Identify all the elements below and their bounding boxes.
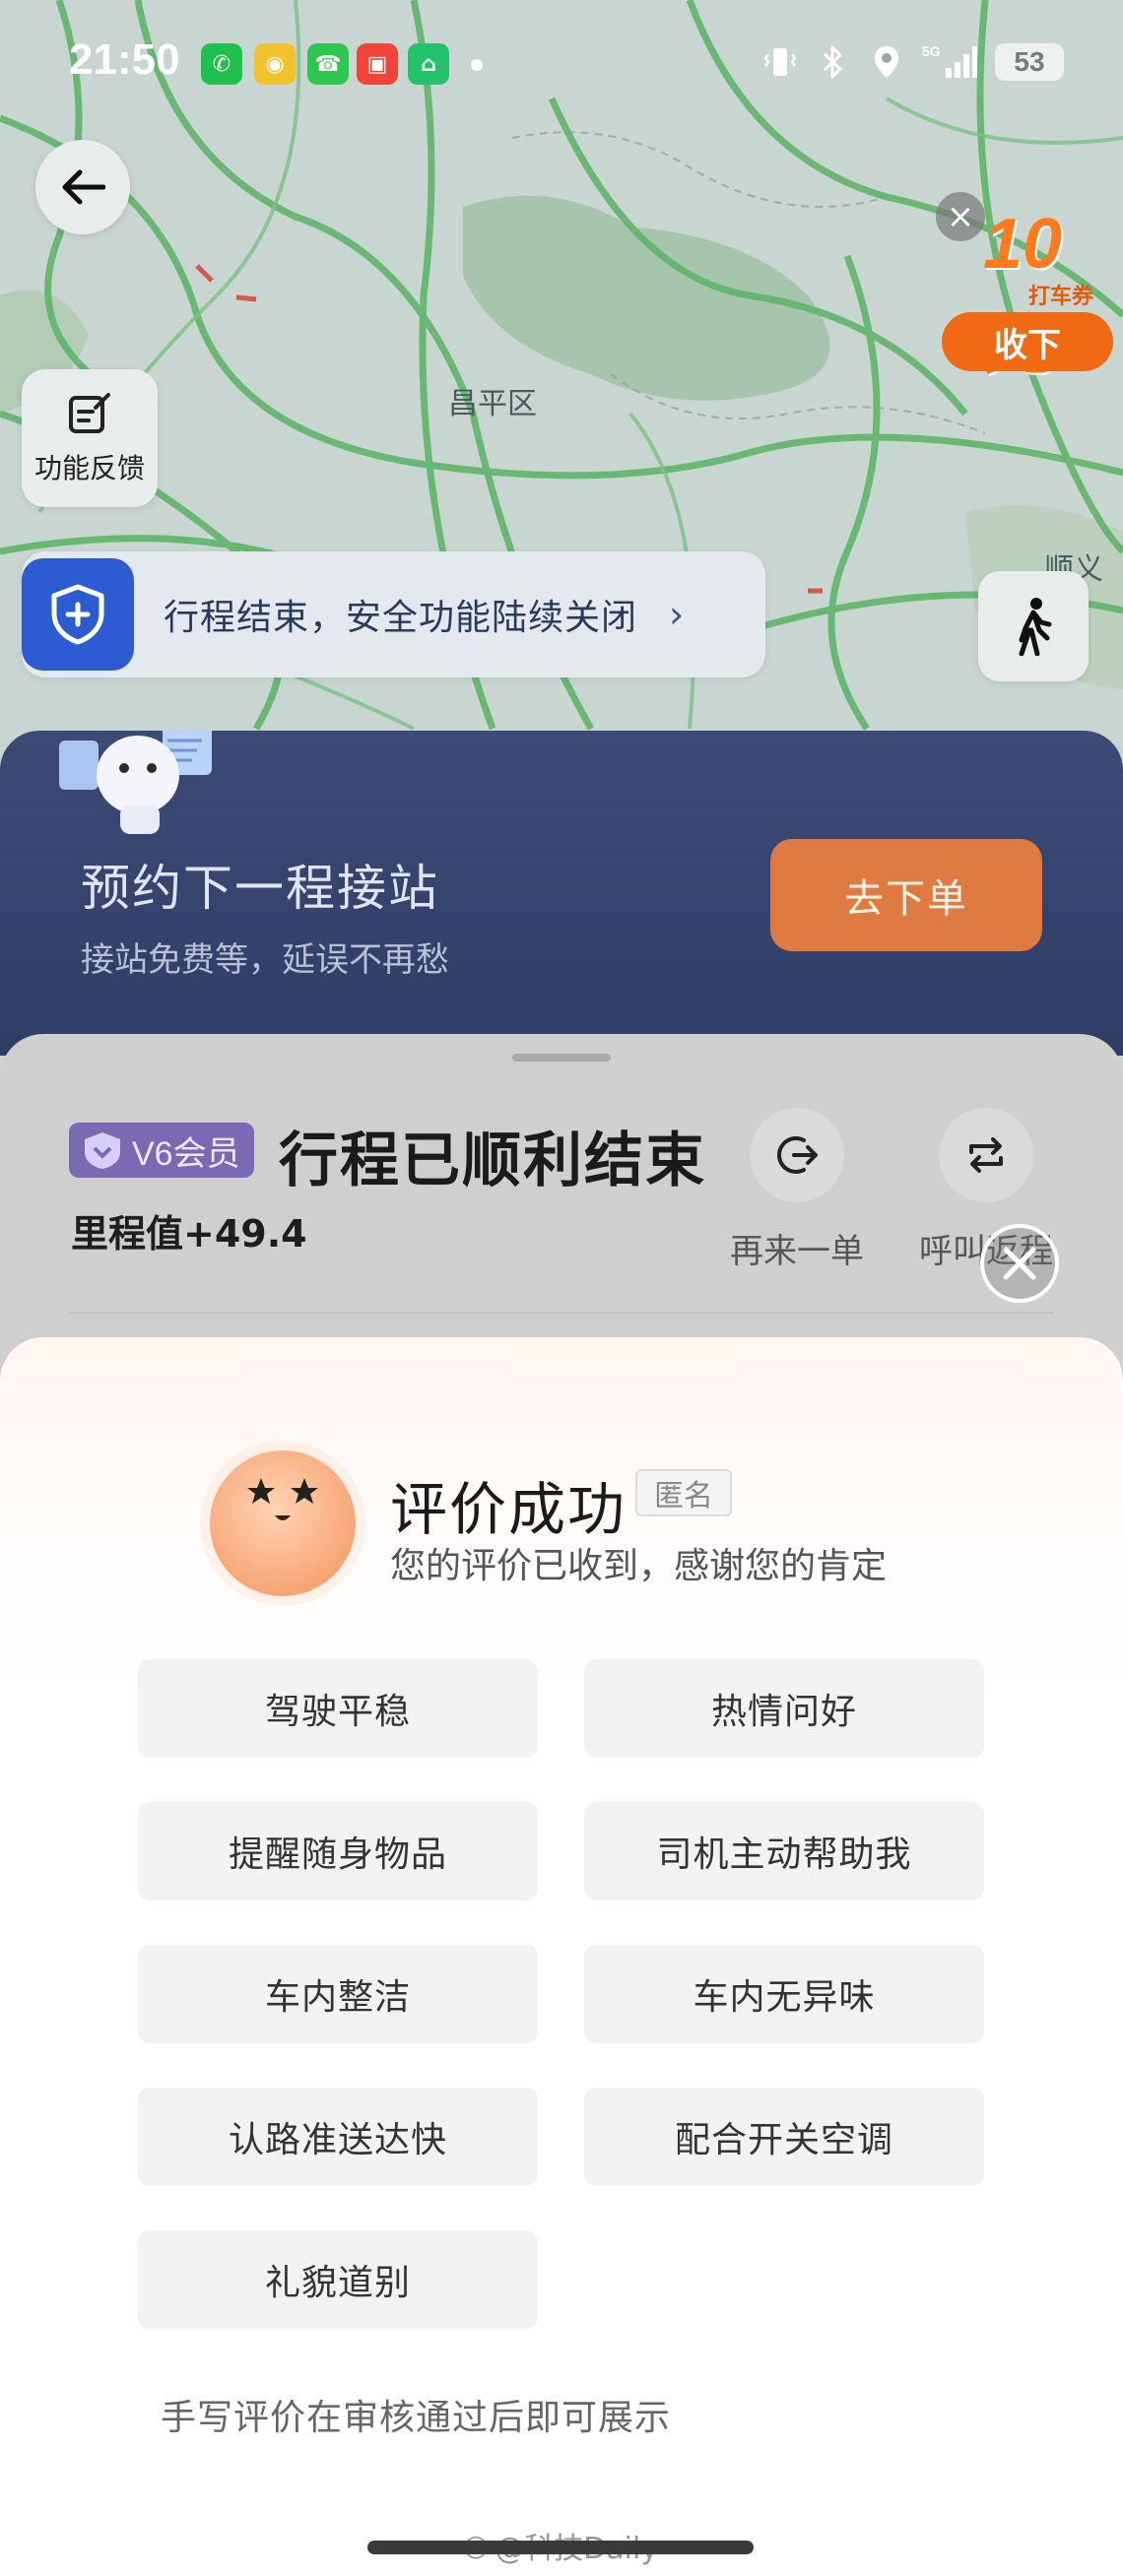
map-district-label: 昌平区 (448, 387, 537, 421)
coupon-collect-button[interactable]: 收下 (942, 312, 1113, 371)
vip-shield-icon (85, 1132, 120, 1169)
walking-navigation-button[interactable] (978, 571, 1089, 681)
edit-feedback-icon (69, 393, 110, 433)
close-icon (1003, 1247, 1036, 1280)
review-tag[interactable]: 礼貌道别 (138, 2230, 538, 2329)
weibo-icon: ◉ (254, 43, 296, 85)
chevron-right-icon: › (669, 593, 685, 636)
handwritten-review-note: 手写评价在审核通过后即可展示 (161, 2398, 672, 2438)
star-eyes-face-icon (247, 1478, 318, 1520)
status-icons: 5G 53 (762, 37, 1064, 87)
shield-icon (22, 558, 134, 671)
review-result-sheet: 评价成功 匿名 您的评价已收到，感谢您的肯定 驾驶平稳 热情问好 提醒随身物品 … (0, 1337, 1123, 2576)
review-success-title: 评价成功 (390, 1476, 628, 1543)
promo-title: 预约下一程接站 (81, 860, 439, 917)
feedback-button[interactable]: 功能反馈 (22, 369, 158, 507)
order-again-label: 再来一单 (730, 1232, 864, 1271)
order-again-icon (777, 1136, 818, 1174)
review-tag[interactable]: 配合开关空调 (584, 2088, 984, 2186)
coupon-widget[interactable]: × 10元 打车券 收下 (936, 192, 1113, 383)
battery-indicator: 53 (995, 43, 1064, 81)
taobao-icon: ▣ (357, 43, 398, 85)
feedback-label: 功能反馈 (33, 452, 145, 484)
trip-status-title: 行程已顺利结束 (279, 1127, 706, 1195)
drag-handle[interactable] (512, 1054, 611, 1062)
review-tag[interactable]: 热情问好 (584, 1659, 984, 1758)
order-again-button[interactable]: 再来一单 (723, 1108, 871, 1272)
svg-text:5G: 5G (922, 43, 941, 59)
vibrate-icon (762, 42, 798, 82)
mileage-value: 里程值+49.4 (71, 1212, 307, 1256)
coupon-close-button[interactable]: × (936, 192, 985, 241)
wechat-icon: ✆ (201, 43, 242, 85)
review-tag[interactable]: 司机主动帮助我 (584, 1802, 984, 1900)
arrow-left-icon (62, 169, 105, 205)
signal-icon: 5G (922, 42, 977, 82)
promo-panel[interactable]: 预约下一程接站 接站免费等，延误不再愁 去下单 (0, 731, 1123, 1056)
safety-banner[interactable]: 行程结束，安全功能陆续关闭 › (22, 551, 765, 677)
repeat-icon (969, 1137, 1003, 1173)
place-order-button[interactable]: 去下单 (770, 839, 1042, 951)
status-time: 21:50 (69, 35, 180, 84)
anonymous-tag: 匿名 (635, 1469, 732, 1516)
review-tag[interactable]: 提醒随身物品 (138, 1802, 538, 1900)
bluetooth-icon (816, 42, 851, 82)
safety-banner-text: 行程结束，安全功能陆续关闭 (164, 598, 638, 638)
review-tag[interactable]: 认路准送达快 (138, 2088, 538, 2186)
smiling-face-avatar (210, 1450, 356, 1596)
back-button[interactable] (35, 140, 130, 234)
mascot-illustration (59, 731, 212, 834)
mi-home-icon: ⌂ (408, 43, 449, 85)
vip-badge: V6会员 (69, 1123, 254, 1178)
home-indicator[interactable] (367, 2541, 754, 2554)
review-tag[interactable]: 车内无异味 (584, 1945, 984, 2043)
location-icon (869, 42, 904, 82)
phone-icon: ☎ (307, 43, 349, 85)
coupon-subtitle: 打车券 (1028, 285, 1094, 309)
promo-subtitle: 接站免费等，延误不再愁 (81, 940, 449, 980)
review-success-subtitle: 您的评价已收到，感谢您的肯定 (390, 1546, 888, 1586)
close-sheet-button[interactable] (980, 1224, 1059, 1303)
status-bar: 21:50 ✆ ◉ ☎ ▣ ⌂ 5G 53 (0, 0, 1123, 128)
more-notifications-icon (471, 59, 483, 71)
review-tag[interactable]: 车内整洁 (138, 1945, 538, 2043)
divider (69, 1312, 1054, 1314)
vip-label: V6会员 (132, 1134, 240, 1173)
review-tag[interactable]: 驾驶平稳 (138, 1659, 538, 1758)
walking-person-icon (1019, 598, 1052, 656)
